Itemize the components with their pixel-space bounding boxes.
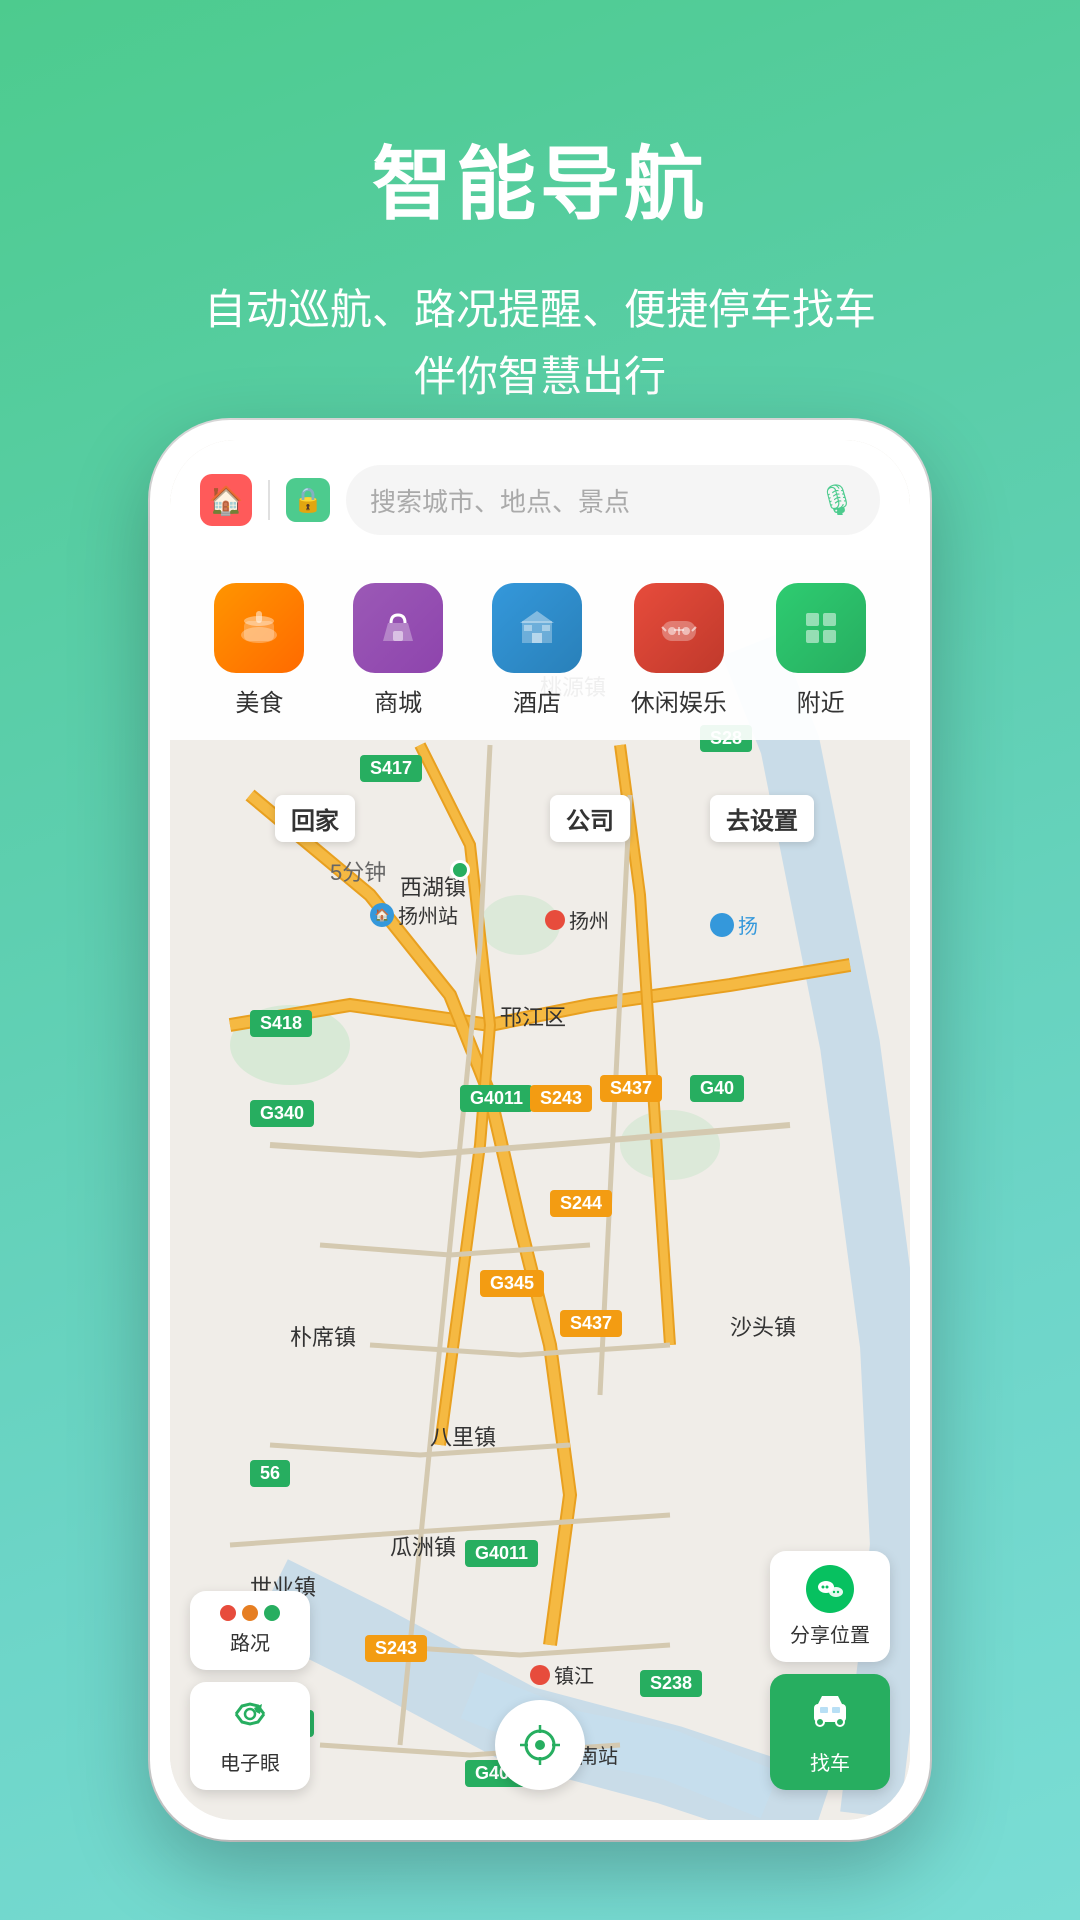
yangzhou-marker: 扬州 [545,905,609,934]
category-hotel[interactable]: 酒店 [492,583,582,718]
share-label: 分享位置 [790,1619,870,1648]
category-row: 美食 商城 [170,560,910,740]
eye-label: 电子眼 [220,1747,280,1776]
road-badge-s244: S244 [550,1190,612,1217]
divider [268,480,270,520]
dot-green [264,1605,280,1621]
traffic-button[interactable]: 路况 [190,1591,310,1670]
bottom-toolbar: 路况 [190,1551,890,1790]
road-badge-g345: G345 [480,1270,544,1297]
eye-button[interactable]: 电子眼 [190,1682,310,1790]
eye-icon [232,1696,268,1741]
traffic-dots [220,1605,280,1621]
road-badge-g340: G340 [250,1100,314,1127]
bottom-center [495,1700,585,1790]
subtitle: 自动巡航、路况提醒、便捷停车找车 伴你智慧出行 [0,276,1080,410]
home-icon[interactable]: 🏠 [200,474,252,526]
fun-label: 休闲娱乐 [631,683,727,718]
car-button[interactable]: 找车 [770,1674,890,1790]
traffic-label: 路况 [230,1627,270,1656]
nearby-label: 附近 [797,683,845,718]
road-badge-g40: G40 [690,1075,744,1102]
phone-mockup: S417 S28 S418 G4011 S243 S437 G40 S244 G… [150,420,930,1840]
bottom-left-buttons: 路况 [190,1591,310,1790]
bottom-right-buttons: 分享位置 [770,1551,890,1790]
top-bar: 🏠 🔒 搜索城市、地点、景点 🎙 [170,440,910,560]
shop-icon [353,583,443,673]
map-place-hanjiang: 邗江区 [500,1000,566,1032]
hotel-icon [492,583,582,673]
home-destination[interactable]: 回家 [275,795,355,842]
map-place-puxi: 朴席镇 [290,1320,356,1352]
hotel-label: 酒店 [513,683,561,718]
car-icon [808,1688,852,1741]
road-badge-s437-2: S437 [560,1310,622,1337]
wechat-icon [806,1565,854,1613]
dot-orange [242,1605,258,1621]
road-badge-s243-1: S243 [530,1085,592,1112]
road-badge-s417: S417 [360,755,422,782]
share-button[interactable]: 分享位置 [770,1551,890,1662]
category-nearby[interactable]: 附近 [776,583,866,718]
map-place-bali: 八里镇 [430,1420,496,1452]
main-title: 智能导航 [0,120,1080,236]
search-placeholder: 搜索城市、地点、景点 [370,482,806,519]
mic-icon[interactable]: 🎙 [818,483,856,518]
lock-icon[interactable]: 🔒 [286,478,330,522]
yangzhou-icon-marker: 扬 [710,910,758,939]
category-fun[interactable]: 休闲娱乐 [631,583,727,718]
locate-button[interactable] [495,1700,585,1790]
phone-screen: S417 S28 S418 G4011 S243 S437 G40 S244 G… [170,440,910,1820]
road-badge-s437-1: S437 [600,1075,662,1102]
dot-red [220,1605,236,1621]
food-icon [214,583,304,673]
yangzhou-station-marker: 🏠 扬州站 [370,900,458,929]
settings-destination[interactable]: 去设置 [710,795,814,842]
food-label: 美食 [235,683,283,718]
car-label: 找车 [810,1747,850,1776]
road-badge-s56: 56 [250,1460,290,1487]
company-destination[interactable]: 公司 [550,795,630,842]
phone-outer: S417 S28 S418 G4011 S243 S437 G40 S244 G… [150,420,930,1840]
category-shop[interactable]: 商城 [353,583,443,718]
nearby-icon [776,583,866,673]
fun-icon [634,583,724,673]
road-badge-s418: S418 [250,1010,312,1037]
search-bar[interactable]: 搜索城市、地点、景点 🎙 [346,465,880,535]
map-place-shatou: 沙头镇 [730,1310,796,1342]
green-marker [450,860,470,880]
road-badge-g4011-1: G4011 [460,1085,533,1112]
header-section: 智能导航 自动巡航、路况提醒、便捷停车找车 伴你智慧出行 [0,0,1080,470]
travel-time: 5分钟 [330,855,386,887]
category-food[interactable]: 美食 [214,583,304,718]
shop-label: 商城 [374,683,422,718]
